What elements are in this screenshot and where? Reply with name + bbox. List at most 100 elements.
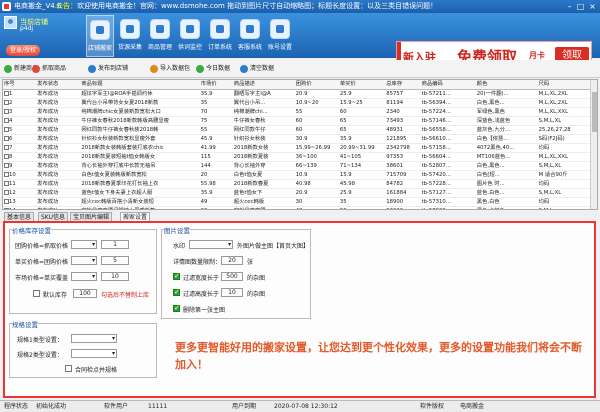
table-cell: M,L,XL,2XL [537,98,593,108]
action-button-1[interactable]: 抓取商品 [32,63,66,75]
table-cell: 3 [3,107,37,117]
tool-collect[interactable]: 货源采集 [116,15,144,57]
table-cell: 2018新款夏装短袖t恤女韩版女 [80,152,200,162]
spec1-select[interactable] [71,334,117,343]
table-cell: 发布成功 [36,170,81,180]
action-icon [240,65,248,73]
price-op-1[interactable] [71,240,97,249]
table-row[interactable]: 2 发布成功 翼代台小吊带背女女夏2018新款 35 翼代台小吊... 10.9~20 15… [3,98,593,108]
table-cell: 纯棉潮牌chi... [232,107,295,117]
table-cell: S,M,L,XL [537,161,593,171]
tool-monitor[interactable]: 供词监控 [176,15,204,57]
table-cell: 715709 [385,170,421,180]
tool-goods[interactable]: 商品管理 [146,15,174,57]
table-row[interactable]: 9 发布成功 背心长袖外穿打底中长款无袖吊 144 背心长袖外穿 66~139 71~134… [3,161,593,171]
table-scrollbar[interactable] [590,80,597,209]
action-button-3[interactable]: 导入数据包 [150,63,190,75]
table-cell: tb-57228... [420,179,476,189]
default-stock-input[interactable]: 100 [73,289,97,298]
row-index: 1 [9,90,13,97]
table-cell: 12 [3,188,37,198]
close-icon[interactable]: × [588,2,597,11]
tool-order[interactable]: 订单系统 [206,15,234,57]
column-header[interactable]: 商品编码 [420,80,476,90]
table-cell: 背心长袖外穿打底中长款无袖吊 [80,161,200,171]
column-header[interactable]: 商品描述 [232,80,295,90]
filter-width-input[interactable]: 500 [221,272,243,281]
action-icon [196,65,204,73]
maximize-icon[interactable]: □ [576,2,585,11]
table-row[interactable]: 5 发布成功 网红同款牛仔裤女春秋装2018韩 55 网红同款牛仔 60 65 48931 tb… [3,125,593,135]
table-row[interactable]: 10 发布成功 白色t恤女夏装韩版新款宽松 20 白色t恤女夏 10.9 15.9 71570… [3,170,593,180]
table-row[interactable]: 14 发布成功宽松显瘦高腰阔腿裤女夏季新款68宽松显瘦高腰485356032tb-… [3,206,593,209]
row-index: 11 [9,180,16,187]
table-cell: 蓝色,白色... [475,188,538,198]
table-cell: 20.99~31.99 [338,143,386,153]
price-op-3[interactable] [71,272,97,281]
table-cell: 纯棉潮牌chic女夏装新款宽松大口 [80,107,200,117]
table-cell: 发布成功 [36,116,81,126]
column-header[interactable]: 单买价 [338,80,386,90]
table-cell: 161884 [385,188,421,198]
column-header[interactable]: 市场价 [199,80,233,90]
price-rule-1: 团购价格=抓取价格 [15,243,69,250]
minimize-icon[interactable]: – [565,2,574,11]
action-button-4[interactable]: 今日数据 [196,63,230,75]
column-header[interactable]: 发布状态 [36,80,81,90]
status-ver-label: 软件用户 [104,403,129,410]
action-button-5[interactable]: 清空数据 [240,63,274,75]
table-row[interactable]: 7 发布成功 2018新款女装韩版套装打底衣chic 41.99 2018新款女装 15.… [3,143,593,153]
filter-width-checkbox[interactable] [173,272,180,280]
delete-first-checkbox[interactable] [173,304,180,312]
table-cell: 25,26,27,28 [537,125,593,135]
spec-group-title: 规格设置 [12,319,38,329]
price-rule-2: 单买价格=团购价格 [15,259,69,266]
service-icon [240,19,260,39]
price-op-2[interactable] [71,256,97,265]
table-row[interactable]: 8 发布成功 2018新款夏装短袖t恤女韩版女 115 2018新款夏装 36~100 41… [3,152,593,162]
table-row[interactable]: 3 发布成功 纯棉潮牌chic女夏装新款宽松大口 70 纯棉潮牌chi... 55 60 23… [3,107,593,117]
watermark-select[interactable] [189,240,233,249]
column-header[interactable]: 商品标题 [80,80,200,90]
column-header[interactable]: 总库存 [385,80,421,90]
table-cell: 115 [199,152,233,162]
action-button-2[interactable]: 发布到店铺 [88,63,128,75]
table-row[interactable]: 11 发布成功 2018新款春夏季印花打长袖上衣 55.98 2018新款春夏 40.98… [3,179,593,189]
default-stock-checkbox[interactable] [33,290,40,297]
table-row[interactable]: 4 发布成功 牛仔裤女春秋2018新款韩版高腰显瘦 75 牛仔裤女春秋 60 65 73493… [3,116,593,126]
table-row[interactable]: 6 发布成功 针织衫女秋装新款宽松显瘦外套 45.9 针织衫女秋装 30.9 35.9 121… [3,134,593,144]
goods-icon [150,19,170,39]
price-value-1[interactable]: 1 [101,240,129,249]
row-index: 5 [9,126,13,133]
table-row[interactable]: 13 发布成功 超火cec韩版百搭小清新女装短 49 超火cec韩版 30 35 18900 t… [3,197,593,207]
table-cell: 深蓝色,浅蓝色 [475,116,538,126]
price-value-3[interactable]: 10 [101,272,129,281]
price-value-2[interactable]: 5 [101,256,129,265]
merge-spec-checkbox[interactable] [65,365,72,372]
table-cell: 白色[短... [475,170,538,180]
tool-store[interactable]: 店铺搬家 [86,15,114,57]
tool-service[interactable]: 客服系统 [236,15,264,57]
table-cell: 网红同款牛仔裤女春秋装2018韩 [80,125,200,135]
tool-label: 账号设置 [267,44,292,51]
filter-height-input[interactable]: 10 [221,288,243,297]
column-header[interactable]: 颜色 [475,80,538,90]
action-icon [32,65,40,73]
column-header[interactable]: 序号 [3,80,37,90]
column-header[interactable]: 团购价 [294,80,339,90]
action-toolbar: 新建商品 抓取商品 发布到店铺 导入数据包 今日数据 清空数据 [0,60,600,78]
table-cell: tb-56604... [420,152,476,162]
table-row[interactable]: 1 发布成功 超炫字军主I@ROA手插调约休 35.9 翻晒写字主I@A 20.9 25.9… [3,89,593,99]
delete-first-label: 删除第一张主图 [183,307,226,314]
tool-label: 订单系统 [207,44,232,51]
table-cell: 10.9 [294,170,339,180]
row-index: 7 [9,144,13,151]
detail-limit-input[interactable]: 20 [221,256,243,265]
login-button[interactable]: 登录/授权 [6,45,40,56]
filter-height-checkbox[interactable] [173,288,180,296]
tool-account[interactable]: 账号设置 [266,15,294,57]
spec2-select[interactable] [71,349,117,358]
column-header[interactable]: 尺码 [537,80,593,90]
table-row[interactable]: 12 发布成功 蓝色t恤女下身夫妻上衣超人服 35.9 蓝色t恤女下 20.9 25.9 16… [3,188,593,198]
table-cell: tb-57420... [420,170,476,180]
